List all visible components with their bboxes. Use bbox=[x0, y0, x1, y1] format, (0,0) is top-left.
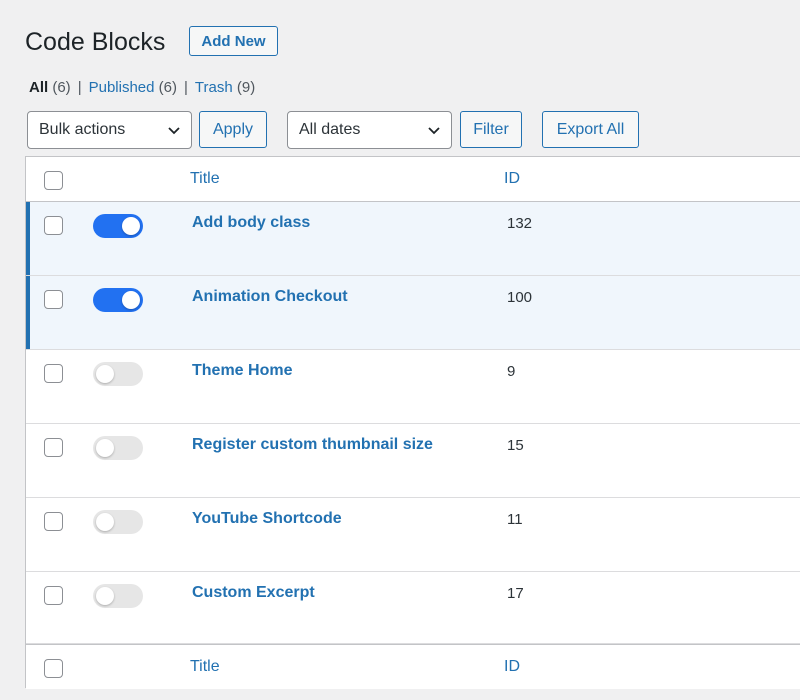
row-checkbox[interactable] bbox=[44, 364, 63, 383]
status-toggle[interactable] bbox=[93, 436, 143, 460]
filter-button[interactable]: Filter bbox=[460, 111, 522, 148]
dates-select[interactable]: All dates bbox=[287, 111, 452, 149]
table-row: Theme Home 9 bbox=[26, 350, 800, 424]
toggle-knob bbox=[96, 439, 114, 457]
dates-value: All dates bbox=[299, 121, 361, 138]
view-all-count: (6) bbox=[52, 79, 71, 96]
view-filters: All (6) | Published (6) | Trash (9) bbox=[29, 79, 255, 96]
column-title-footer[interactable]: Title bbox=[190, 658, 220, 676]
bulk-actions-select[interactable]: Bulk actions bbox=[27, 111, 192, 149]
status-toggle[interactable] bbox=[93, 584, 143, 608]
row-title-link[interactable]: Custom Excerpt bbox=[192, 584, 315, 602]
column-id-footer[interactable]: ID bbox=[504, 658, 520, 676]
row-checkbox[interactable] bbox=[44, 512, 63, 531]
table-row: YouTube Shortcode 11 bbox=[26, 498, 800, 572]
row-id: 132 bbox=[507, 215, 533, 232]
page-title: Code Blocks bbox=[25, 28, 166, 56]
chevron-down-icon bbox=[428, 127, 440, 135]
chevron-down-icon bbox=[168, 127, 180, 135]
status-toggle[interactable] bbox=[93, 288, 143, 312]
row-id: 9 bbox=[507, 363, 516, 380]
toggle-knob bbox=[122, 217, 140, 235]
table-row: Register custom thumbnail size 15 bbox=[26, 424, 800, 498]
view-all-label: All bbox=[29, 79, 49, 96]
view-published-label: Published bbox=[88, 79, 155, 96]
apply-button[interactable]: Apply bbox=[199, 111, 267, 148]
table-header: Title ID bbox=[26, 157, 800, 202]
row-checkbox[interactable] bbox=[44, 586, 63, 605]
export-all-button[interactable]: Export All bbox=[542, 111, 639, 148]
status-toggle[interactable] bbox=[93, 362, 143, 386]
view-all[interactable]: All (6) bbox=[29, 79, 71, 96]
toggle-knob bbox=[96, 365, 114, 383]
view-separator: | bbox=[77, 79, 82, 96]
row-id: 100 bbox=[507, 289, 533, 306]
row-id: 17 bbox=[507, 585, 524, 602]
select-all-checkbox-footer[interactable] bbox=[44, 659, 63, 678]
view-separator: | bbox=[184, 79, 188, 96]
row-checkbox[interactable] bbox=[44, 216, 63, 235]
table-row: Animation Checkout 100 bbox=[26, 276, 800, 350]
status-toggle[interactable] bbox=[93, 214, 143, 238]
row-checkbox[interactable] bbox=[44, 290, 63, 309]
row-title-link[interactable]: Register custom thumbnail size bbox=[192, 436, 433, 454]
column-title[interactable]: Title bbox=[190, 170, 220, 188]
code-blocks-table: Title ID Add body class 132 Animation Ch… bbox=[25, 156, 800, 689]
bulk-actions-value: Bulk actions bbox=[39, 121, 126, 138]
row-title-link[interactable]: Animation Checkout bbox=[192, 288, 348, 306]
table-footer: Title ID bbox=[26, 644, 800, 689]
toggle-knob bbox=[96, 513, 114, 531]
row-title-link[interactable]: Add body class bbox=[192, 214, 310, 232]
toggle-knob bbox=[122, 291, 140, 309]
status-toggle[interactable] bbox=[93, 510, 143, 534]
add-new-button[interactable]: Add New bbox=[189, 26, 278, 56]
view-published[interactable]: Published (6) bbox=[89, 79, 177, 96]
table-row: Add body class 132 bbox=[26, 202, 800, 276]
view-trash-count: (9) bbox=[236, 79, 256, 96]
row-id: 15 bbox=[507, 437, 524, 454]
view-published-count: (6) bbox=[158, 79, 177, 96]
row-checkbox[interactable] bbox=[44, 438, 63, 457]
table-row: Custom Excerpt 17 bbox=[26, 572, 800, 644]
view-trash[interactable]: Trash (9) bbox=[195, 79, 255, 96]
row-title-link[interactable]: Theme Home bbox=[192, 362, 292, 380]
column-id[interactable]: ID bbox=[504, 170, 520, 188]
toggle-knob bbox=[96, 587, 114, 605]
row-id: 11 bbox=[507, 511, 523, 528]
view-trash-label: Trash bbox=[194, 79, 233, 96]
select-all-checkbox[interactable] bbox=[44, 171, 63, 190]
row-title-link[interactable]: YouTube Shortcode bbox=[192, 510, 342, 528]
